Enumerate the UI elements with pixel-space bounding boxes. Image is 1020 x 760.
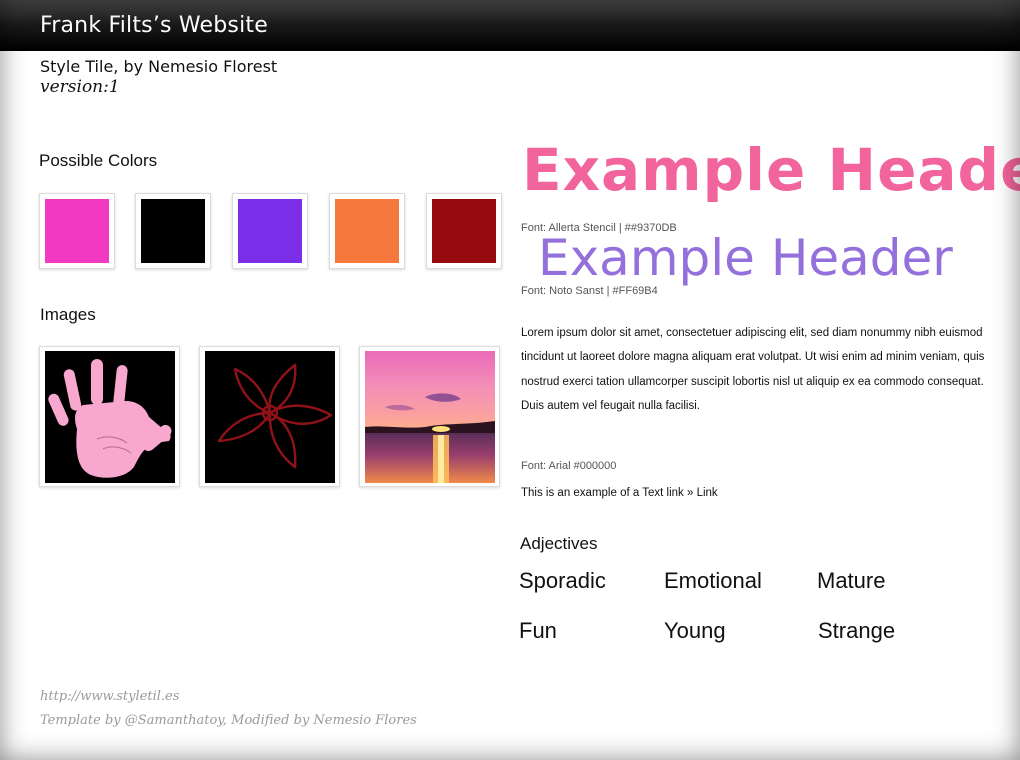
font-note-body: Font: Arial #000000 [521,460,617,472]
adjectives-heading: Adjectives [520,534,598,553]
adjective-fun: Fun [519,618,557,643]
color-swatch-black [135,193,211,269]
footer-credit: Template by @Samanthatoy, Modified by Ne… [40,713,417,728]
color-swatch-dark-red [426,193,502,269]
image-tile-sunset [359,346,500,487]
sunset-image [365,351,495,483]
color-swatch-violet [232,193,308,269]
swatch-fill [45,199,109,263]
text-link-example[interactable]: This is an example of a Text link » Link [521,487,718,499]
site-title: Frank Filts’s Website [40,13,268,38]
handprint-image [45,351,175,483]
colors-heading: Possible Colors [39,151,158,170]
image-tile-handprint [39,346,180,487]
font-note-sans: Font: Noto Sanst | #FF69B4 [521,285,658,297]
images-heading: Images [40,305,96,324]
swatch-fill [141,199,205,263]
image-tile-flower [199,346,340,487]
swatch-fill [432,199,496,263]
version-label: version:1 [40,77,120,97]
flower-outline-image [205,351,335,483]
adjective-mature: Mature [817,568,886,593]
swatch-fill [238,199,302,263]
swatch-fill [335,199,399,263]
body-text-sample: Lorem ipsum dolor sit amet, consectetuer… [521,327,985,412]
adjective-strange: Strange [818,618,896,643]
adjective-young: Young [664,618,726,643]
example-header-stencil: Example Header [522,136,1020,204]
adjective-emotional: Emotional [664,568,762,593]
site-header-bar: Frank Filts’s Website [0,0,1020,51]
color-swatch-magenta [39,193,115,269]
example-header-sans: Example Header [538,229,953,287]
footer-url-link[interactable]: http://www.styletil.es [40,689,179,704]
color-swatch-orange [329,193,405,269]
style-tile-subtitle: Style Tile, by Nemesio Florest [40,57,278,76]
adjective-sporadic: Sporadic [519,568,606,593]
